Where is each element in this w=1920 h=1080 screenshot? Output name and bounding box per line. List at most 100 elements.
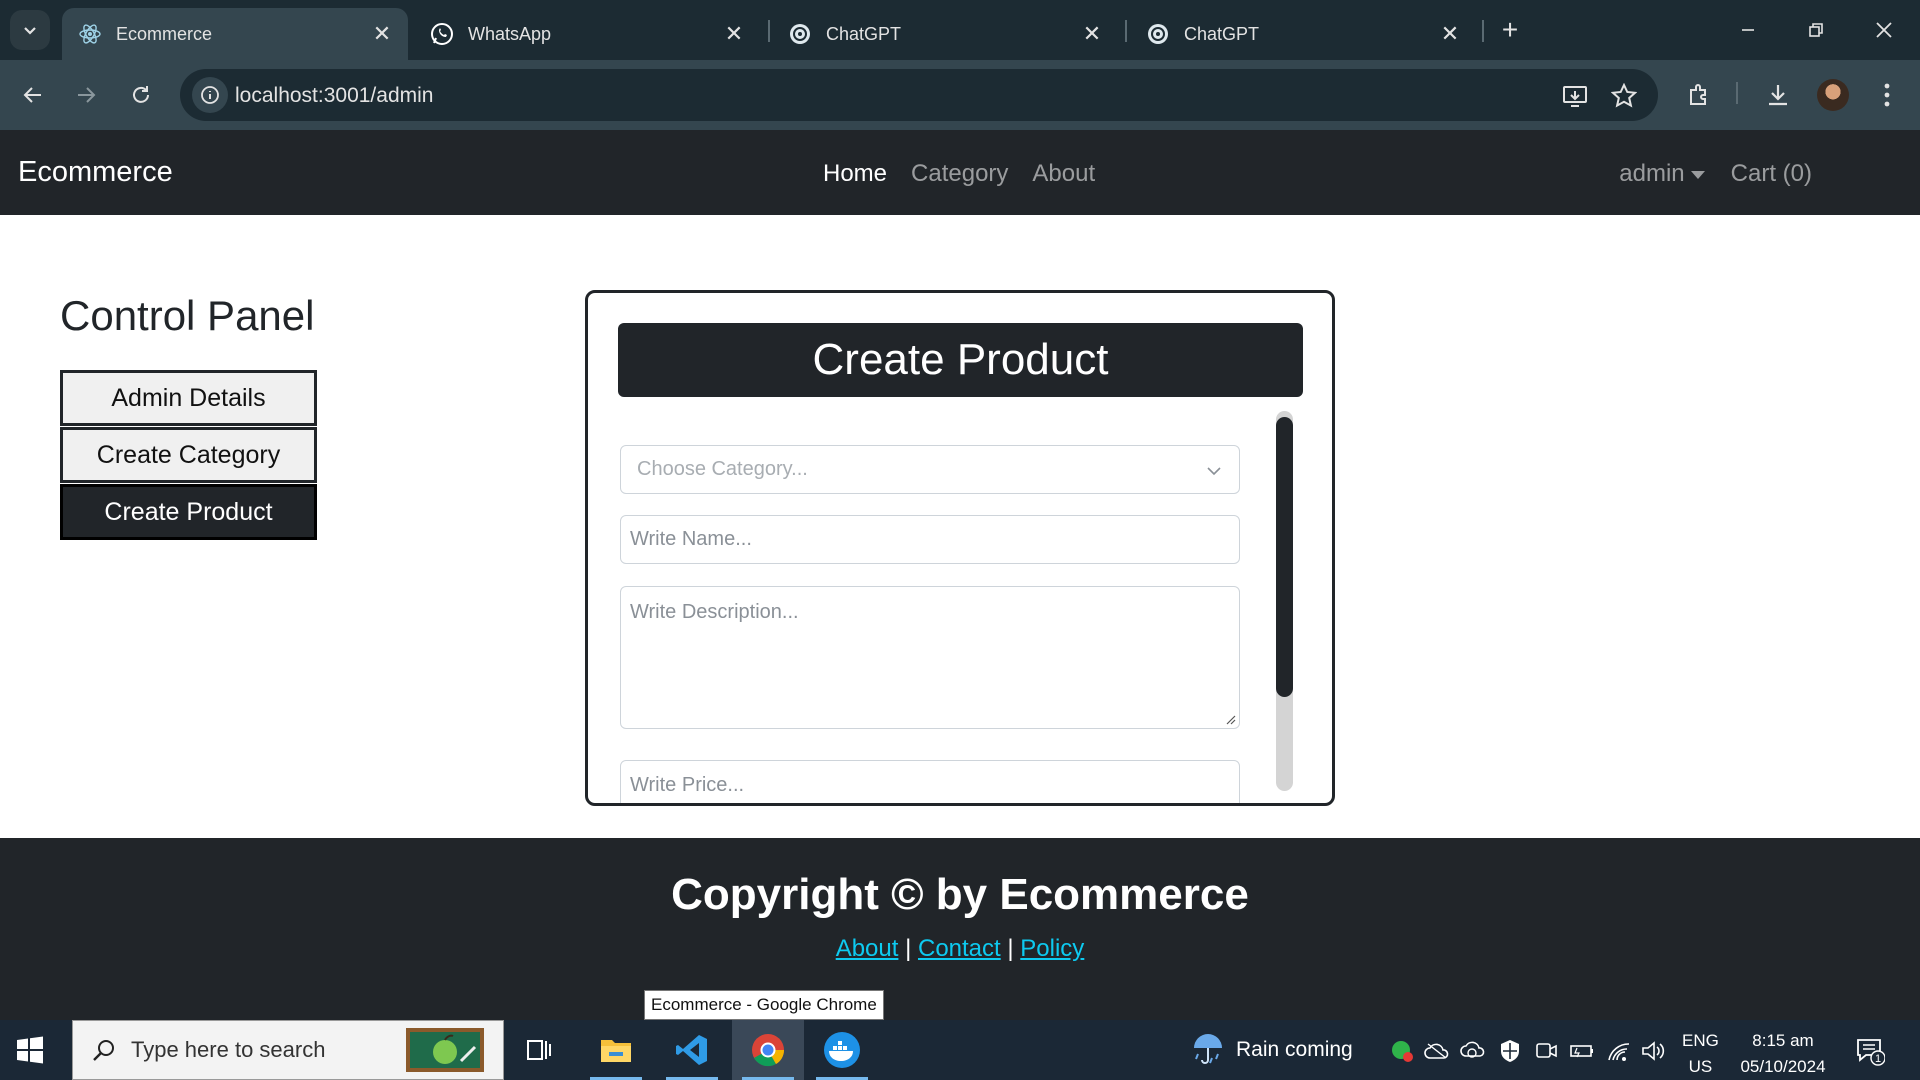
minimize-icon [1742, 29, 1754, 31]
weather-widget[interactable]: Rain coming [1190, 1032, 1353, 1068]
user-name: admin [1619, 160, 1685, 187]
price-input[interactable]: Write Price... [620, 760, 1240, 803]
tab-divider [1125, 20, 1127, 42]
browser-tab-strip: Ecommerce ✕ WhatsApp ✕ ChatGPT ✕ ChatGPT… [0, 0, 1920, 60]
extensions-icon[interactable] [1682, 78, 1716, 112]
brand-logo[interactable]: Ecommerce [18, 156, 173, 189]
footer-about-link[interactable]: About [836, 935, 899, 962]
close-icon[interactable]: ✕ [720, 20, 748, 48]
tab-chatgpt-1[interactable]: ChatGPT ✕ [772, 8, 1118, 60]
user-dropdown[interactable]: admin [1619, 160, 1705, 188]
language-indicator[interactable]: ENG US [1682, 1028, 1719, 1080]
nav-about[interactable]: About [1032, 160, 1095, 188]
tab-title: ChatGPT [826, 23, 902, 44]
back-button[interactable] [14, 76, 52, 114]
close-icon[interactable]: ✕ [1436, 20, 1464, 48]
tab-whatsapp[interactable]: WhatsApp ✕ [414, 8, 760, 60]
footer-policy-link[interactable]: Policy [1020, 935, 1084, 962]
downloads-icon[interactable] [1761, 78, 1795, 112]
toolbar-divider [1736, 82, 1738, 104]
onedrive-icon[interactable] [1424, 1038, 1450, 1064]
docker-app[interactable] [806, 1020, 878, 1080]
create-category-button[interactable]: Create Category [60, 427, 317, 483]
tab-chatgpt-2[interactable]: ChatGPT ✕ [1130, 8, 1476, 60]
cart-link[interactable]: Cart (0) [1731, 160, 1812, 188]
name-input-placeholder: Write Name... [630, 528, 752, 550]
chevron-down-icon [1207, 467, 1221, 476]
nav-right: admin Cart (0) [1619, 160, 1812, 188]
reload-icon [133, 86, 149, 103]
form-scrollbar[interactable] [1276, 411, 1293, 791]
react-icon [78, 22, 102, 46]
bookmark-star-icon[interactable] [1611, 83, 1637, 109]
footer-contact-link[interactable]: Contact [918, 935, 1001, 962]
security-tray-icon[interactable] [1389, 1038, 1415, 1064]
caret-down-icon [1690, 170, 1705, 179]
volume-icon[interactable] [1641, 1038, 1667, 1064]
browser-toolbar: localhost:3001/admin [0, 60, 1920, 130]
taskbar-clock[interactable]: 8:15 am 05/10/2024 [1732, 1028, 1834, 1080]
windows-taskbar: Type here to search Rain coming ENG US 8… [0, 1020, 1920, 1080]
tab-divider [768, 20, 770, 42]
resize-handle-icon[interactable] [1224, 713, 1236, 725]
clock-time: 8:15 am [1752, 1031, 1814, 1050]
name-input[interactable]: Write Name... [620, 515, 1240, 564]
site-info-button[interactable] [192, 77, 228, 113]
restore-icon [1809, 23, 1823, 37]
shield-icon[interactable] [1497, 1038, 1523, 1064]
vscode-icon [676, 1035, 707, 1065]
nav-links: Home Category About [823, 160, 1095, 188]
vscode-app[interactable] [656, 1020, 728, 1080]
footer-separator: | [905, 935, 912, 962]
task-view-icon [527, 1040, 551, 1060]
close-window-button[interactable] [1862, 12, 1906, 48]
region-code: US [1688, 1057, 1713, 1076]
battery-icon[interactable] [1569, 1038, 1595, 1064]
footer-separator: | [1007, 935, 1014, 962]
install-app-icon[interactable] [1562, 83, 1588, 109]
cloud-sync-icon[interactable] [1460, 1038, 1486, 1064]
minimize-button[interactable] [1726, 12, 1770, 48]
menu-dots-icon[interactable] [1870, 78, 1904, 112]
chrome-app[interactable] [732, 1020, 804, 1080]
forward-button[interactable] [67, 76, 105, 114]
notification-count: 1 [1875, 1053, 1881, 1065]
windows-start-icon[interactable] [14, 1034, 46, 1066]
reload-button[interactable] [122, 76, 160, 114]
arrow-right-icon [78, 87, 96, 103]
nav-home[interactable]: Home [823, 160, 887, 188]
tab-search-button[interactable] [10, 10, 50, 50]
footer-links: About | Contact | Policy [0, 935, 1920, 963]
price-input-placeholder: Write Price... [630, 774, 745, 796]
whatsapp-icon [430, 22, 454, 46]
task-view-button[interactable] [503, 1020, 575, 1080]
category-select[interactable]: Choose Category... [620, 445, 1240, 494]
close-icon[interactable]: ✕ [368, 20, 396, 48]
language-code: ENG [1682, 1031, 1719, 1050]
restore-button[interactable] [1794, 12, 1838, 48]
control-panel-title: Control Panel [60, 292, 315, 339]
notification-center-button[interactable]: 1 [1855, 1036, 1886, 1066]
scrollbar-thumb[interactable] [1276, 417, 1293, 697]
new-tab-button[interactable]: + [1494, 14, 1526, 46]
umbrella-rain-icon [1194, 1034, 1222, 1064]
taskbar-tooltip: Ecommerce - Google Chrome [644, 990, 884, 1020]
admin-details-button[interactable]: Admin Details [60, 370, 317, 426]
category-select-placeholder: Choose Category... [637, 458, 808, 480]
address-bar[interactable]: localhost:3001/admin [180, 69, 1658, 121]
taskbar-search-placeholder: Type here to search [131, 1037, 326, 1062]
docker-icon [824, 1032, 860, 1068]
close-icon[interactable]: ✕ [1078, 20, 1106, 48]
profile-avatar[interactable] [1817, 79, 1849, 111]
folder-icon [601, 1040, 631, 1062]
meet-now-icon[interactable] [1533, 1038, 1559, 1064]
card-title: Create Product [618, 323, 1303, 397]
file-explorer-app[interactable] [580, 1020, 652, 1080]
tab-title: ChatGPT [1184, 23, 1260, 44]
create-product-button[interactable]: Create Product [60, 484, 317, 540]
tab-ecommerce[interactable]: Ecommerce ✕ [62, 8, 408, 60]
taskbar-search[interactable]: Type here to search [72, 1020, 504, 1080]
wifi-icon[interactable] [1606, 1038, 1632, 1064]
description-textarea[interactable]: Write Description... [620, 586, 1240, 729]
nav-category[interactable]: Category [911, 160, 1008, 188]
